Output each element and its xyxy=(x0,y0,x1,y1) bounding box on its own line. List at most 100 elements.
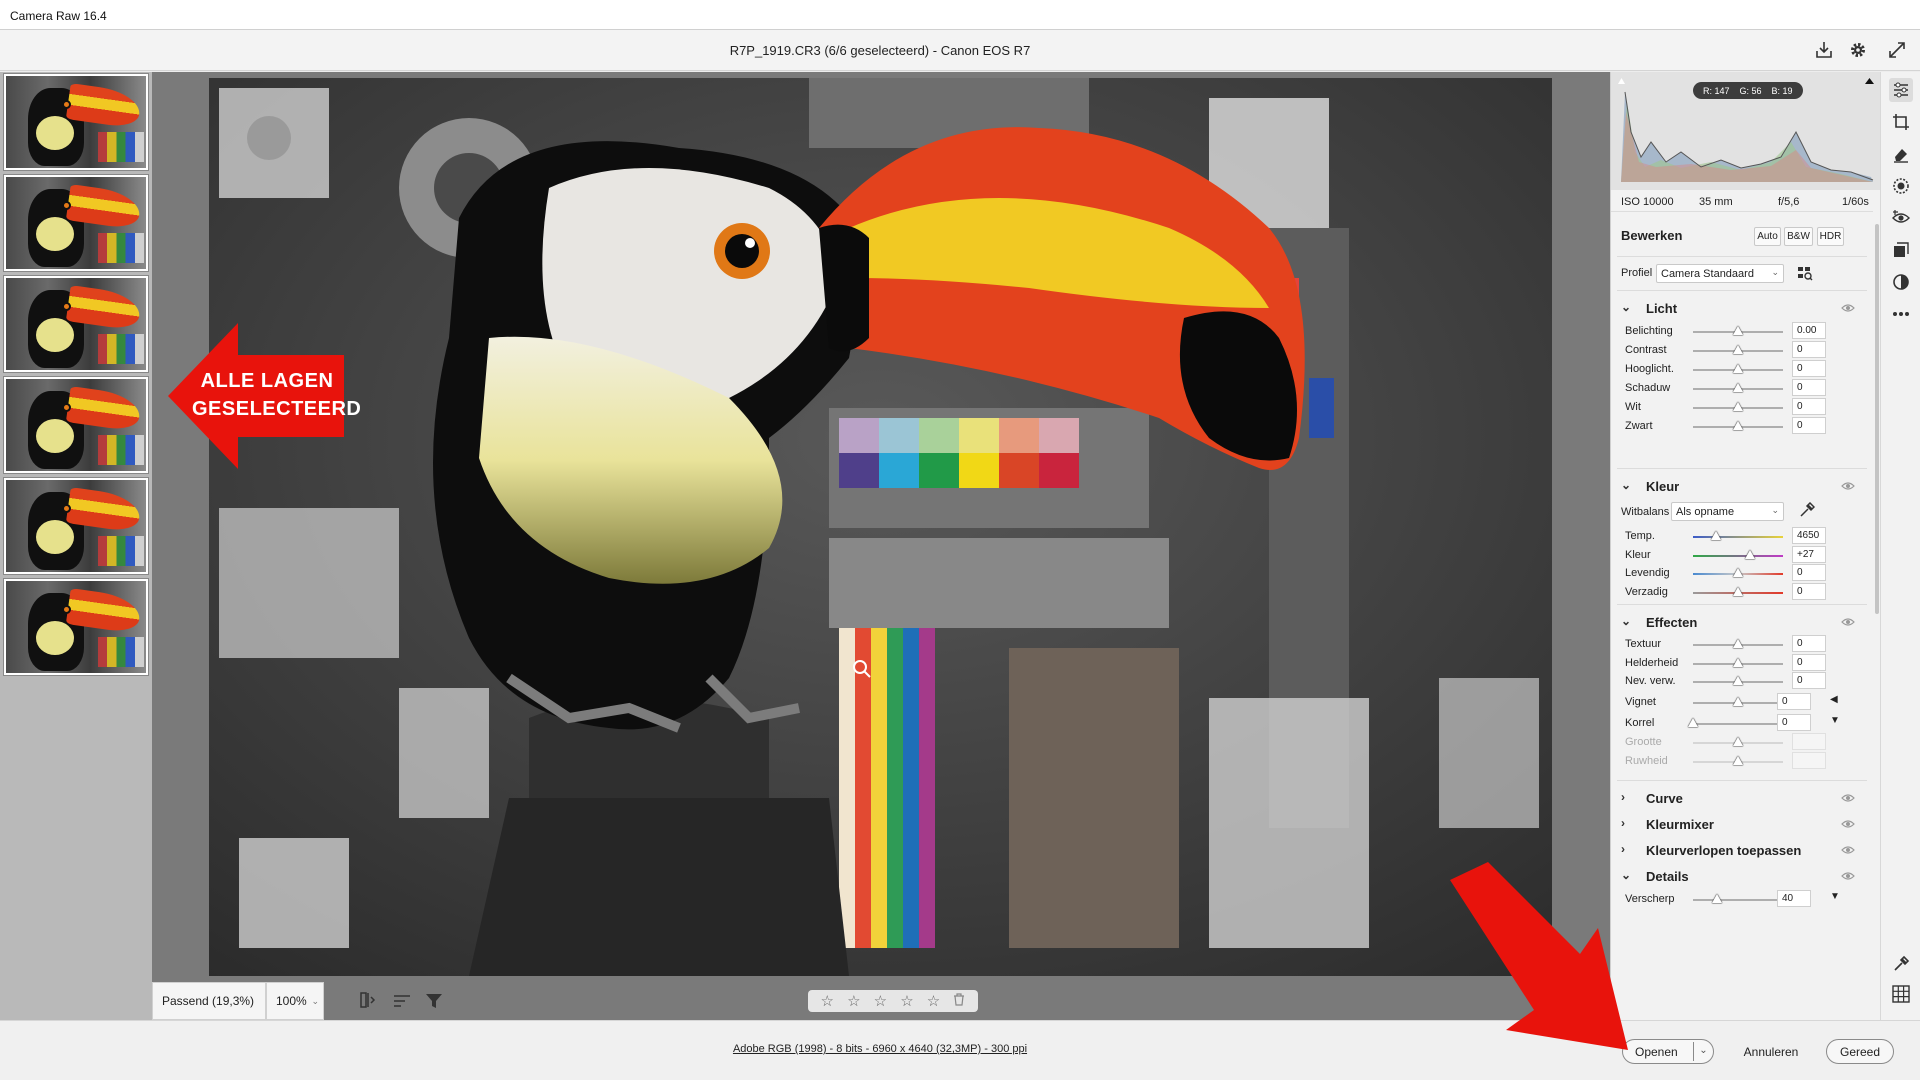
filmstrip-thumbnail[interactable] xyxy=(3,174,149,272)
heal-eraser-icon[interactable] xyxy=(1889,142,1913,166)
star-icon[interactable]: ☆ xyxy=(900,992,913,1010)
triangle-down-icon[interactable]: ▼ xyxy=(1830,891,1840,902)
slider-knob[interactable] xyxy=(1733,676,1743,685)
filmstrip-thumbnail[interactable] xyxy=(3,73,149,171)
eyedropper-icon[interactable] xyxy=(1799,501,1816,518)
triangle-down-icon[interactable]: ▼ xyxy=(1830,715,1840,726)
slider-knob[interactable] xyxy=(1733,326,1743,335)
presets-icon[interactable] xyxy=(1889,270,1913,294)
slider-knob[interactable] xyxy=(1733,364,1743,373)
sampler-icon[interactable] xyxy=(1889,952,1913,976)
eye-icon[interactable] xyxy=(1841,480,1855,492)
red-eye-icon[interactable] xyxy=(1889,206,1913,230)
filmstrip-thumbnail[interactable] xyxy=(3,376,149,474)
slider-value[interactable]: 0 xyxy=(1777,714,1811,731)
profile-browser-icon[interactable] xyxy=(1797,265,1813,281)
cancel-button[interactable]: Annuleren xyxy=(1730,1039,1812,1064)
slider-knob[interactable] xyxy=(1744,550,1755,559)
more-icon[interactable] xyxy=(1889,302,1913,326)
slider-knob[interactable] xyxy=(1733,402,1743,411)
auto-button[interactable]: Auto xyxy=(1754,227,1781,246)
slider-value[interactable]: 0 xyxy=(1792,635,1826,652)
photo-preview[interactable] xyxy=(209,78,1552,976)
zoom-level-select[interactable]: 100% ⌄ xyxy=(266,982,324,1020)
section-collapsed[interactable]: › Curve xyxy=(1611,786,1873,810)
hdr-button[interactable]: HDR xyxy=(1817,227,1844,246)
edit-sliders-icon[interactable] xyxy=(1889,78,1913,102)
slider-track[interactable] xyxy=(1693,536,1783,538)
triangle-left-icon[interactable]: ◀ xyxy=(1830,694,1838,705)
eye-icon[interactable] xyxy=(1841,818,1855,830)
trash-icon[interactable] xyxy=(953,992,965,1010)
slider-knob[interactable] xyxy=(1712,894,1723,903)
slider-knob[interactable] xyxy=(1733,639,1743,648)
slider-value[interactable]: 0 xyxy=(1792,672,1826,689)
profile-select[interactable]: Camera Standaard ⌄ xyxy=(1656,264,1784,283)
slider-knob[interactable] xyxy=(1688,718,1698,727)
save-icon[interactable] xyxy=(1812,38,1836,62)
slider-value[interactable]: 0 xyxy=(1792,398,1826,415)
filmstrip-thumbnail[interactable] xyxy=(3,275,149,373)
slider-value[interactable]: 40 xyxy=(1777,890,1811,907)
eye-icon[interactable] xyxy=(1841,302,1855,314)
open-button[interactable]: Openen ⌄ xyxy=(1622,1039,1714,1064)
slider-knob[interactable] xyxy=(1711,531,1722,540)
slider-track[interactable] xyxy=(1693,723,1783,725)
slider-track[interactable] xyxy=(1693,899,1783,901)
eye-icon[interactable] xyxy=(1841,870,1855,882)
slider-knob[interactable] xyxy=(1733,345,1743,354)
slider-knob[interactable] xyxy=(1733,383,1743,392)
gear-icon[interactable] xyxy=(1846,38,1870,62)
slider-value[interactable]: 0.00 xyxy=(1792,322,1826,339)
chevron-down-icon[interactable]: ⌄ xyxy=(1693,1042,1713,1061)
workflow-options-link[interactable]: Adobe RGB (1998) - 8 bits - 6960 x 4640 … xyxy=(0,1043,1760,1055)
slider-value[interactable]: 0 xyxy=(1792,564,1826,581)
section-effecten[interactable]: ⌄ Effecten xyxy=(1611,610,1873,634)
filmstrip-thumbnail[interactable] xyxy=(3,477,149,575)
bw-button[interactable]: B&W xyxy=(1784,227,1813,246)
slider-knob[interactable] xyxy=(1733,421,1743,430)
eye-icon[interactable] xyxy=(1841,616,1855,628)
slider-track[interactable] xyxy=(1693,555,1783,557)
white-balance-select[interactable]: Als opname ⌄ xyxy=(1671,502,1784,521)
slider-value[interactable]: 4650 xyxy=(1792,527,1826,544)
slider-knob[interactable] xyxy=(1733,658,1743,667)
slider-knob[interactable] xyxy=(1733,737,1743,746)
star-icon[interactable]: ☆ xyxy=(927,992,940,1010)
done-button[interactable]: Gereed xyxy=(1826,1039,1894,1064)
star-icon[interactable]: ☆ xyxy=(821,992,834,1010)
slider-value[interactable]: 0 xyxy=(1792,654,1826,671)
star-icon[interactable]: ☆ xyxy=(874,992,887,1010)
slider-knob[interactable] xyxy=(1733,697,1743,706)
slider-value[interactable]: 0 xyxy=(1792,360,1826,377)
slider-knob[interactable] xyxy=(1733,756,1743,765)
slider-value[interactable]: 0 xyxy=(1777,693,1811,710)
compare-view-icon[interactable] xyxy=(358,991,378,1011)
filter-icon[interactable] xyxy=(424,991,444,1011)
star-icon[interactable]: ☆ xyxy=(847,992,860,1010)
section-licht[interactable]: ⌄ Licht xyxy=(1611,296,1873,320)
slider-value[interactable]: 0 xyxy=(1792,417,1826,434)
snapshots-icon[interactable] xyxy=(1889,238,1913,262)
section-kleur[interactable]: ⌄ Kleur xyxy=(1611,474,1873,498)
section-collapsed[interactable]: › Kleurverlopen toepassen xyxy=(1611,838,1873,862)
section-title: Kleur xyxy=(1646,479,1680,494)
eye-icon[interactable] xyxy=(1841,844,1855,856)
crop-icon[interactable] xyxy=(1889,110,1913,134)
slider-knob[interactable] xyxy=(1733,587,1743,596)
masking-icon[interactable] xyxy=(1889,174,1913,198)
eye-icon[interactable] xyxy=(1841,792,1855,804)
sort-icon[interactable] xyxy=(392,991,412,1011)
edit-header: Bewerken Auto B&W HDR xyxy=(1611,214,1873,254)
zoom-fit-button[interactable]: Passend (19,3%) xyxy=(152,982,266,1020)
section-collapsed[interactable]: › Kleurmixer xyxy=(1611,812,1873,836)
section-details[interactable]: ⌄ Details xyxy=(1611,864,1873,888)
slider-value[interactable]: 0 xyxy=(1792,341,1826,358)
slider-value[interactable]: 0 xyxy=(1792,379,1826,396)
filmstrip-thumbnail[interactable] xyxy=(3,578,149,676)
slider-value[interactable]: 0 xyxy=(1792,583,1826,600)
grid-icon[interactable] xyxy=(1889,982,1913,1006)
fullscreen-icon[interactable] xyxy=(1885,38,1909,62)
slider-value[interactable]: +27 xyxy=(1792,546,1826,563)
slider-knob[interactable] xyxy=(1733,568,1743,577)
